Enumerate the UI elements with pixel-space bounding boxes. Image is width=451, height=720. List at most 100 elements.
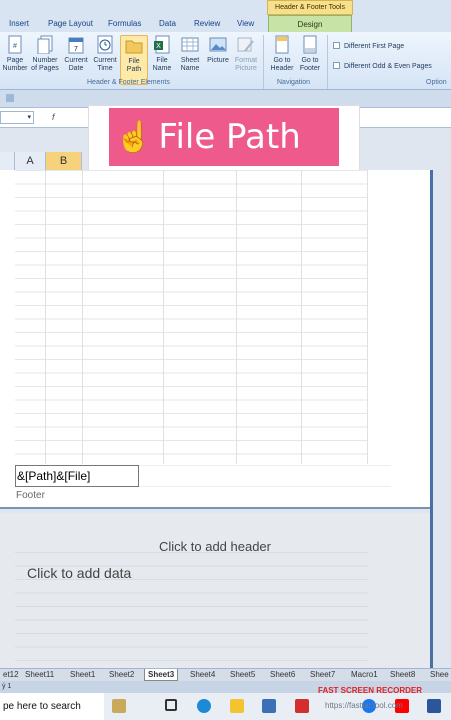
footer-section-area[interactable] xyxy=(139,465,391,487)
svg-text:7: 7 xyxy=(74,46,78,53)
task-view-icon[interactable] xyxy=(165,699,177,711)
page-number-label-2: Number xyxy=(2,65,28,72)
page-gutter xyxy=(430,170,451,670)
different-odd-even-checkbox[interactable]: Different Odd & Even Pages xyxy=(333,62,432,70)
picture-button[interactable]: Picture xyxy=(204,35,232,85)
desk-lamp-icon xyxy=(112,699,126,713)
format-picture-button[interactable]: Format Picture xyxy=(232,35,260,85)
go-to-header-label-1: Go to xyxy=(273,57,291,64)
current-date-label-1: Current xyxy=(64,57,88,64)
tab-review[interactable]: Review xyxy=(194,19,220,28)
file-name-button[interactable]: X File Name xyxy=(148,35,176,85)
current-time-label-2: Time xyxy=(97,65,113,72)
go-to-header-label-2: Header xyxy=(270,65,294,72)
sheet-tab[interactable]: Sheet4 xyxy=(187,669,218,681)
sheet-tab[interactable]: Sheet6 xyxy=(267,669,298,681)
page-number-icon: # xyxy=(8,35,22,54)
tab-view[interactable]: View xyxy=(237,19,254,28)
edge-icon[interactable] xyxy=(197,699,211,713)
go-to-header-button[interactable]: Go to Header xyxy=(268,35,296,85)
footer-left-input[interactable]: &[Path]&[File] xyxy=(15,465,139,487)
current-date-button[interactable]: 7 Current Date xyxy=(62,35,90,85)
go-to-footer-icon xyxy=(303,35,317,54)
taskbar-search[interactable]: pe here to search xyxy=(0,693,104,720)
number-of-pages-label-1: Number xyxy=(32,57,58,64)
page-number-button[interactable]: # Page Number xyxy=(1,35,29,85)
dropdown-icon[interactable]: ▾ xyxy=(27,113,31,121)
format-picture-label-2: Picture xyxy=(235,65,257,72)
file-name-label-2: Name xyxy=(152,65,172,72)
footer-label: Footer xyxy=(16,490,45,501)
file-path-label-1: File xyxy=(128,58,140,65)
store-icon[interactable] xyxy=(262,699,276,713)
tab-design[interactable]: Design xyxy=(268,15,352,33)
sheet-tab[interactable]: Sheet5 xyxy=(227,669,258,681)
add-data-placeholder[interactable]: Click to add data xyxy=(27,565,131,581)
tab-data[interactable]: Data xyxy=(159,19,176,28)
svg-text:#: # xyxy=(13,43,17,50)
current-time-button[interactable]: Current Time xyxy=(91,35,119,85)
go-to-footer-label-1: Go to xyxy=(301,57,319,64)
current-time-label-1: Current xyxy=(93,57,117,64)
file-path-label-2: Path xyxy=(126,66,142,73)
grid-line xyxy=(367,170,368,464)
column-header-a[interactable]: A xyxy=(15,152,46,170)
number-of-pages-button[interactable]: Number of Pages xyxy=(31,35,59,85)
sheet-icon xyxy=(181,37,199,52)
word-icon[interactable] xyxy=(427,699,441,713)
group-label-elements: Header & Footer Elements xyxy=(87,79,170,86)
customize-icon[interactable] xyxy=(6,94,14,102)
header-footer-tools-label: Header & Footer Tools xyxy=(267,0,353,15)
sheet-tab[interactable]: Shee xyxy=(427,669,451,681)
tab-formulas[interactable]: Formulas xyxy=(108,19,141,28)
sheet-name-label-2: Name xyxy=(180,65,200,72)
file-explorer-icon[interactable] xyxy=(230,699,244,713)
group-divider xyxy=(327,35,328,89)
tab-page-layout[interactable]: Page Layout xyxy=(48,19,93,28)
sheet-tab-active[interactable]: Sheet3 xyxy=(144,669,179,681)
sheet-tab[interactable]: Sheet11 xyxy=(22,669,57,681)
sheet-tab[interactable]: Macro1 xyxy=(348,669,381,681)
folder-icon xyxy=(125,40,143,54)
go-to-footer-label-2: Footer xyxy=(299,65,321,72)
sheet-name-button[interactable]: Sheet Name xyxy=(176,35,204,85)
checkbox-box xyxy=(333,42,340,49)
picture-icon xyxy=(209,37,227,52)
taskbar: pe here to search FAST SCREEN RECORDER h… xyxy=(0,686,451,720)
go-to-footer-button[interactable]: Go to Footer xyxy=(296,35,324,85)
sheet-tab[interactable]: et12 xyxy=(0,669,22,681)
sheet-tab[interactable]: Sheet1 xyxy=(67,669,98,681)
sheet-tab[interactable]: Sheet7 xyxy=(307,669,338,681)
tab-insert[interactable]: Insert xyxy=(9,19,29,28)
banner-panel: ☝ File Path xyxy=(109,108,339,166)
file-path-button[interactable]: File Path xyxy=(120,35,148,85)
checkbox-box xyxy=(333,62,340,69)
cell-grid[interactable] xyxy=(15,170,368,464)
page-number-label-1: Page xyxy=(6,57,24,64)
grid-line xyxy=(301,170,302,464)
different-odd-even-label: Different Odd & Even Pages xyxy=(344,63,432,70)
name-box[interactable]: ▾ xyxy=(0,111,34,124)
status-page: ý 1 xyxy=(2,683,12,690)
group-label-navigation: Navigation xyxy=(277,79,311,86)
url-watermark: https://fastfactool.com xyxy=(325,701,403,710)
fx-icon[interactable]: f xyxy=(52,112,55,122)
current-date-label-2: Date xyxy=(68,65,84,72)
group-divider xyxy=(263,35,264,89)
different-first-page-label: Different First Page xyxy=(344,43,405,50)
picture-label-1: Picture xyxy=(207,57,229,64)
select-all-corner[interactable] xyxy=(0,152,15,170)
recorder-icon[interactable] xyxy=(295,699,309,713)
different-first-page-checkbox[interactable]: Different First Page xyxy=(333,42,404,50)
sheet-tab[interactable]: Sheet8 xyxy=(387,669,418,681)
number-of-pages-label-2: of Pages xyxy=(31,65,59,72)
recorder-watermark: FAST SCREEN RECORDER xyxy=(318,686,423,695)
sheet-tab-bar: et12 Sheet11 Sheet1 Sheet2 Sheet3 Sheet4… xyxy=(0,668,451,681)
ribbon-tab-bar: Insert Page Layout Formulas Data Review … xyxy=(0,0,451,33)
svg-text:X: X xyxy=(156,43,161,50)
go-to-header-icon xyxy=(275,35,289,54)
title-banner: ☝ File Path xyxy=(88,105,360,171)
sheet-tab[interactable]: Sheet2 xyxy=(106,669,137,681)
number-of-pages-icon xyxy=(37,35,53,54)
column-header-b[interactable]: B xyxy=(46,152,82,170)
